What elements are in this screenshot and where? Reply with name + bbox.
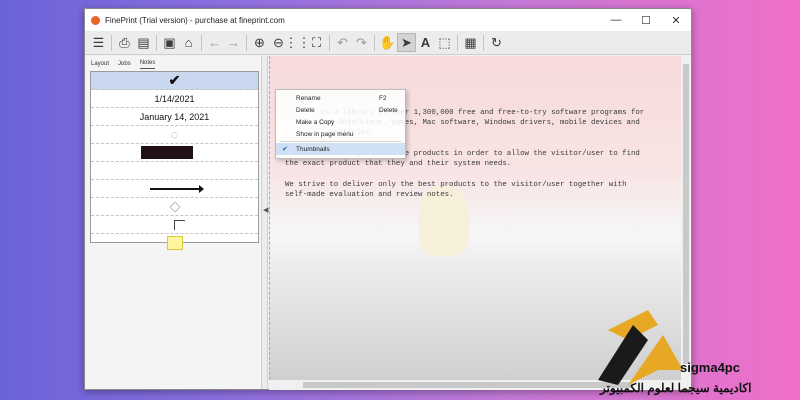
thumbnail-item[interactable] — [91, 198, 258, 216]
tab-notes[interactable]: Notes — [139, 60, 156, 69]
thumbnail-item[interactable]: ◌ — [91, 126, 258, 144]
redo-icon[interactable]: ↷ — [352, 33, 371, 52]
horizontal-scroll-thumb[interactable] — [303, 382, 633, 388]
loading-spinner-icon: ◌ — [170, 127, 179, 142]
toolbar-separator — [201, 34, 202, 51]
collapse-arrow-icon[interactable]: ◀ — [263, 206, 268, 214]
maximize-button[interactable]: ☐ — [631, 9, 661, 31]
menu-item-delete[interactable]: Delete Delete — [276, 104, 405, 116]
panel-splitter[interactable]: ◀ — [261, 56, 268, 389]
page-settings-icon[interactable]: ▦ — [461, 33, 480, 52]
menu-item-shortcut: F2 — [379, 94, 387, 102]
fineprint-app-icon — [91, 15, 100, 25]
menu-item-label: Thumbnails — [296, 145, 330, 153]
minimize-button[interactable]: — — [601, 9, 631, 31]
fit-page-icon[interactable]: ⛶ — [307, 33, 326, 52]
back-arrow-icon[interactable]: ← — [205, 33, 224, 52]
menu-item-thumbnails[interactable]: ✔ Thumbnails — [276, 143, 405, 155]
toolbar-separator — [483, 34, 484, 51]
toolbar: ☰ ⎙ ▤ ▣ ⌂ ← → ⊕ ⊖ ⋮⋮ ⛶ ↶ ↷ ✋ ➤ A ⬚ ▦ ↻ — [85, 31, 691, 55]
menu-item-show-in-page-menu[interactable]: Show in page menu — [276, 128, 405, 140]
toolbar-separator — [457, 34, 458, 51]
close-button[interactable]: ✕ — [661, 9, 691, 31]
title-bar: FinePrint (Trial version) - purchase at … — [85, 9, 691, 31]
menu-icon[interactable]: ☰ — [89, 33, 108, 52]
toolbar-separator — [246, 34, 247, 51]
toolbar-separator — [329, 34, 330, 51]
menu-item-make-copy[interactable]: Make a Copy — [276, 116, 405, 128]
context-menu: Rename F2 Delete Delete Make a Copy Show… — [275, 89, 406, 159]
thumbnail-item[interactable] — [91, 234, 258, 252]
thumbnail-list: ✔ 1/14/2021 January 14, 2021 ◌ — [90, 71, 259, 250]
toolbar-separator — [111, 34, 112, 51]
paragraph: We strive to deliver only the best produ… — [285, 181, 627, 199]
undo-icon[interactable]: ↶ — [333, 33, 352, 52]
diamond-shape-icon — [168, 200, 181, 213]
left-panel: Layout Jobs Notes ✔ 1/14/2021 January 14… — [85, 56, 261, 389]
bracket-shape-icon — [174, 219, 185, 230]
window-title: FinePrint (Trial version) - purchase at … — [105, 15, 285, 25]
text-tool-icon[interactable]: A — [416, 33, 435, 52]
print-icon[interactable]: ⎙ — [115, 33, 134, 52]
panel-tabs: Layout Jobs Notes — [85, 56, 261, 69]
thumbnail-item[interactable] — [91, 144, 258, 162]
sticky-note-icon — [166, 236, 183, 250]
watermark-brand-text: sigma4pc — [680, 360, 740, 375]
print-preview-icon[interactable]: ▤ — [134, 33, 153, 52]
thumbnail-date-short: 1/14/2021 — [154, 93, 195, 104]
checkmark-icon: ✔ — [168, 72, 181, 88]
open-folder-icon[interactable]: ⌂ — [179, 33, 198, 52]
checkmark-icon: ✔ — [282, 146, 288, 153]
toolbar-separator — [156, 34, 157, 51]
thumbnail-date-long: January 14, 2021 — [139, 111, 210, 122]
watermark-arabic-text: اكاديمية سيجما لعلوم الكمبيوتر — [600, 381, 752, 395]
grid-icon[interactable]: ⋮⋮ — [285, 33, 311, 52]
hand-tool-icon[interactable]: ✋ — [378, 33, 397, 52]
thumbnail-item[interactable] — [91, 180, 258, 198]
menu-item-rename[interactable]: Rename F2 — [276, 92, 405, 104]
forward-arrow-icon[interactable]: → — [224, 33, 243, 52]
black-rectangle-shape — [141, 146, 193, 159]
page-edge — [269, 56, 270, 380]
pointer-icon[interactable]: ➤ — [397, 33, 416, 52]
zoom-in-icon[interactable]: ⊕ — [250, 33, 269, 52]
selection-tool-icon[interactable]: ⬚ — [435, 33, 454, 52]
arrow-shape-icon — [149, 184, 204, 193]
menu-item-label: Rename — [296, 94, 321, 102]
menu-item-label: Delete — [296, 106, 315, 114]
menu-item-label: Show in page menu — [296, 130, 354, 138]
thumbnail-item[interactable]: 1/14/2021 — [91, 90, 258, 108]
menu-separator — [280, 141, 401, 142]
thumbnail-item[interactable]: ✔ — [91, 72, 258, 90]
thumbnail-item[interactable] — [91, 216, 258, 234]
menu-item-shortcut: Delete — [379, 106, 398, 114]
menu-item-label: Make a Copy — [296, 118, 335, 126]
tab-jobs[interactable]: Jobs — [118, 61, 131, 69]
toolbar-separator — [374, 34, 375, 51]
thumbnail-item[interactable] — [91, 162, 258, 180]
refresh-icon[interactable]: ↻ — [487, 33, 506, 52]
tab-layout[interactable]: Layout — [91, 61, 109, 69]
save-icon[interactable]: ▣ — [160, 33, 179, 52]
thumbnail-item[interactable]: January 14, 2021 — [91, 108, 258, 126]
